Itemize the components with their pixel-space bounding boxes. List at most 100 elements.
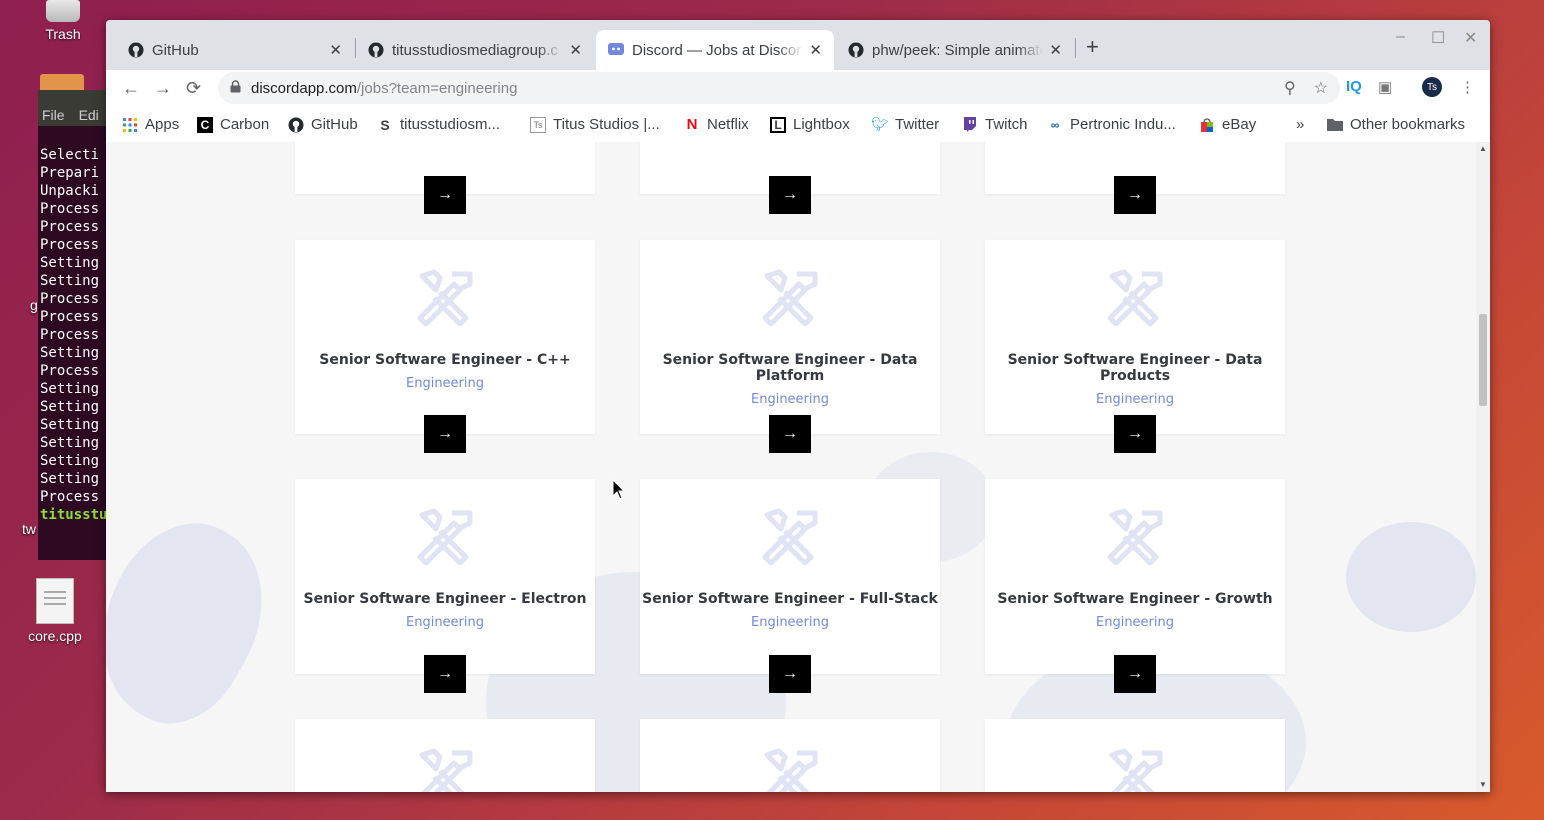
job-arrow-button[interactable]: → (769, 415, 811, 453)
terminal-line: Selecti (40, 147, 100, 163)
terminal-line: Setting (40, 417, 100, 433)
bookmark-label: Other bookmarks (1350, 116, 1466, 133)
job-card[interactable]: Senior Software Engineer - Growth Engine… (985, 479, 1285, 674)
cast-extension-icon[interactable]: ▣ (1378, 78, 1392, 96)
tools-icon (295, 747, 595, 792)
job-title[interactable]: Senior Software Engineer - C++ (295, 352, 595, 368)
bookmark-titus-studios[interactable]: Ts Titus Studios |... (530, 116, 660, 133)
profile-avatar[interactable]: Ts (1422, 77, 1442, 97)
terminal-line: Process (40, 201, 100, 217)
bookmark-label: Apps (145, 116, 180, 133)
job-card[interactable]: Senior Software Engineer - C++ Engineeri… (295, 240, 595, 434)
job-team: Engineering (406, 615, 484, 630)
terminal-menubar: File Edi (38, 90, 108, 126)
other-bookmarks[interactable]: Other bookmarks (1327, 116, 1465, 133)
tab-titusstudios[interactable]: titusstudiosmediagroup.c ✕ (356, 30, 594, 70)
core-cpp-desktop-icon[interactable]: core.cpp (22, 578, 88, 644)
background-blob (106, 497, 296, 747)
job-title[interactable]: Senior Software Engineer - Electron (295, 591, 595, 607)
close-tab-icon[interactable]: ✕ (569, 41, 582, 59)
job-card[interactable]: Senior Software Engineer - Data Platform… (640, 240, 940, 434)
job-card[interactable]: Senior Software Engineer - Electron Engi… (295, 479, 595, 674)
job-arrow-button[interactable]: → (1114, 415, 1156, 453)
lock-icon (230, 79, 241, 97)
job-card[interactable]: Senior Software Engineer - Full-Stack En… (640, 479, 940, 674)
job-card-partial[interactable] (985, 719, 1285, 792)
bookmark-ebay[interactable]: eBay (1199, 116, 1256, 133)
menu-kebab-icon[interactable]: ⋮ (1460, 78, 1475, 96)
page-viewport[interactable]: → → → Senior Software Engineer - C++ Eng… (106, 142, 1490, 792)
tools-icon (985, 268, 1285, 328)
back-icon[interactable]: ← (122, 78, 140, 99)
background-blob (1346, 522, 1476, 632)
trash-icon (46, 0, 80, 22)
link-icon: ∞ (1050, 117, 1060, 132)
job-card-partial[interactable] (640, 719, 940, 792)
job-arrow-button[interactable]: → (1114, 176, 1156, 214)
job-title[interactable]: Senior Software Engineer - Growth (985, 591, 1285, 607)
job-arrow-button[interactable]: → (1114, 655, 1156, 693)
bookmark-netflix[interactable]: N Netflix (684, 116, 749, 133)
terminal-menu-edit[interactable]: Edi (79, 107, 99, 123)
address-bar[interactable]: discordapp.com/jobs?team=engineering ⚲ ☆ (218, 72, 1340, 104)
page-scrollbar[interactable]: ▲ ▼ (1476, 142, 1490, 792)
bookmarks-bar: Apps C Carbon GitHub S titusstudiosm... … (106, 108, 1490, 143)
maximize-icon[interactable]: ☐ (1431, 28, 1445, 48)
core-file-label: core.cpp (28, 628, 82, 644)
close-tab-icon[interactable]: ✕ (1049, 41, 1062, 59)
iq-extension-icon[interactable]: IQ (1346, 78, 1362, 95)
job-title[interactable]: Senior Software Engineer - Data Platform (640, 352, 940, 384)
apps-grid-icon (122, 117, 138, 133)
job-arrow-button[interactable]: → (424, 176, 466, 214)
bookmark-github[interactable]: GitHub (288, 116, 358, 133)
job-arrow-button[interactable]: → (424, 415, 466, 453)
twitter-icon: 🐦︎ (871, 116, 889, 132)
tools-icon (640, 268, 940, 328)
tab-peek[interactable]: phw/peek: Simple animate ✕ (836, 30, 1074, 70)
terminal-window[interactable]: File Edi Selecti Prepari Unpacki Process… (38, 90, 108, 560)
bookmark-titusstudiosm[interactable]: S titusstudiosm... (377, 116, 500, 133)
bookmark-carbon[interactable]: C Carbon (197, 116, 269, 133)
close-window-icon[interactable]: ✕ (1464, 28, 1477, 48)
close-tab-icon[interactable]: ✕ (329, 41, 342, 59)
github-icon (368, 42, 384, 58)
bookmark-label: Twitch (985, 116, 1028, 133)
folder-icon (1327, 117, 1343, 133)
zoom-icon[interactable]: ⚲ (1284, 78, 1296, 98)
terminal-menu-file[interactable]: File (42, 107, 65, 123)
trash-desktop-icon[interactable]: Trash (40, 0, 86, 42)
bookmark-lightbox[interactable]: L Lightbox (770, 116, 850, 133)
bookmark-label: Lightbox (793, 116, 850, 133)
bookmark-star-icon[interactable]: ☆ (1314, 78, 1328, 98)
bookmark-twitch[interactable]: Twitch (962, 116, 1028, 133)
bookmark-label: Titus Studios |... (553, 116, 660, 133)
tab-github[interactable]: GitHub ✕ (116, 30, 354, 70)
new-tab-button[interactable]: + (1086, 34, 1099, 60)
reload-icon[interactable]: ⟳ (186, 78, 201, 99)
terminal-prompt: titusstu (40, 507, 108, 523)
scroll-up-arrow-icon[interactable]: ▲ (1479, 144, 1487, 153)
job-arrow-button[interactable]: → (424, 655, 466, 693)
job-card-partial[interactable] (295, 719, 595, 792)
bookmark-label: Twitter (895, 116, 940, 133)
job-title[interactable]: Senior Software Engineer - Data Products (985, 352, 1285, 384)
job-arrow-button[interactable]: → (769, 176, 811, 214)
close-tab-icon[interactable]: ✕ (809, 41, 822, 59)
github-icon (128, 42, 144, 58)
scroll-thumb[interactable] (1479, 314, 1487, 406)
job-card[interactable]: Senior Software Engineer - Data Products… (985, 240, 1285, 434)
bookmark-twitter[interactable]: 🐦︎ Twitter (871, 116, 940, 133)
forward-icon[interactable]: → (154, 78, 172, 99)
minimize-icon[interactable]: – (1396, 28, 1405, 46)
bookmarks-overflow-button[interactable]: » (1296, 116, 1304, 133)
job-arrow-button[interactable]: → (769, 655, 811, 693)
bookmark-pertronic[interactable]: ∞ Pertronic Indu... (1047, 116, 1176, 133)
tools-icon (640, 507, 940, 567)
tab-title: titusstudiosmediagroup.c (392, 41, 558, 59)
bookmark-apps[interactable]: Apps (122, 116, 179, 133)
tab-discord-jobs[interactable]: Discord — Jobs at Discord ✕ (596, 30, 834, 70)
terminal-line: Prepari (40, 165, 100, 181)
scroll-down-arrow-icon[interactable]: ▼ (1479, 780, 1487, 789)
job-title[interactable]: Senior Software Engineer - Full-Stack (640, 591, 940, 607)
twitch-icon (962, 117, 978, 133)
